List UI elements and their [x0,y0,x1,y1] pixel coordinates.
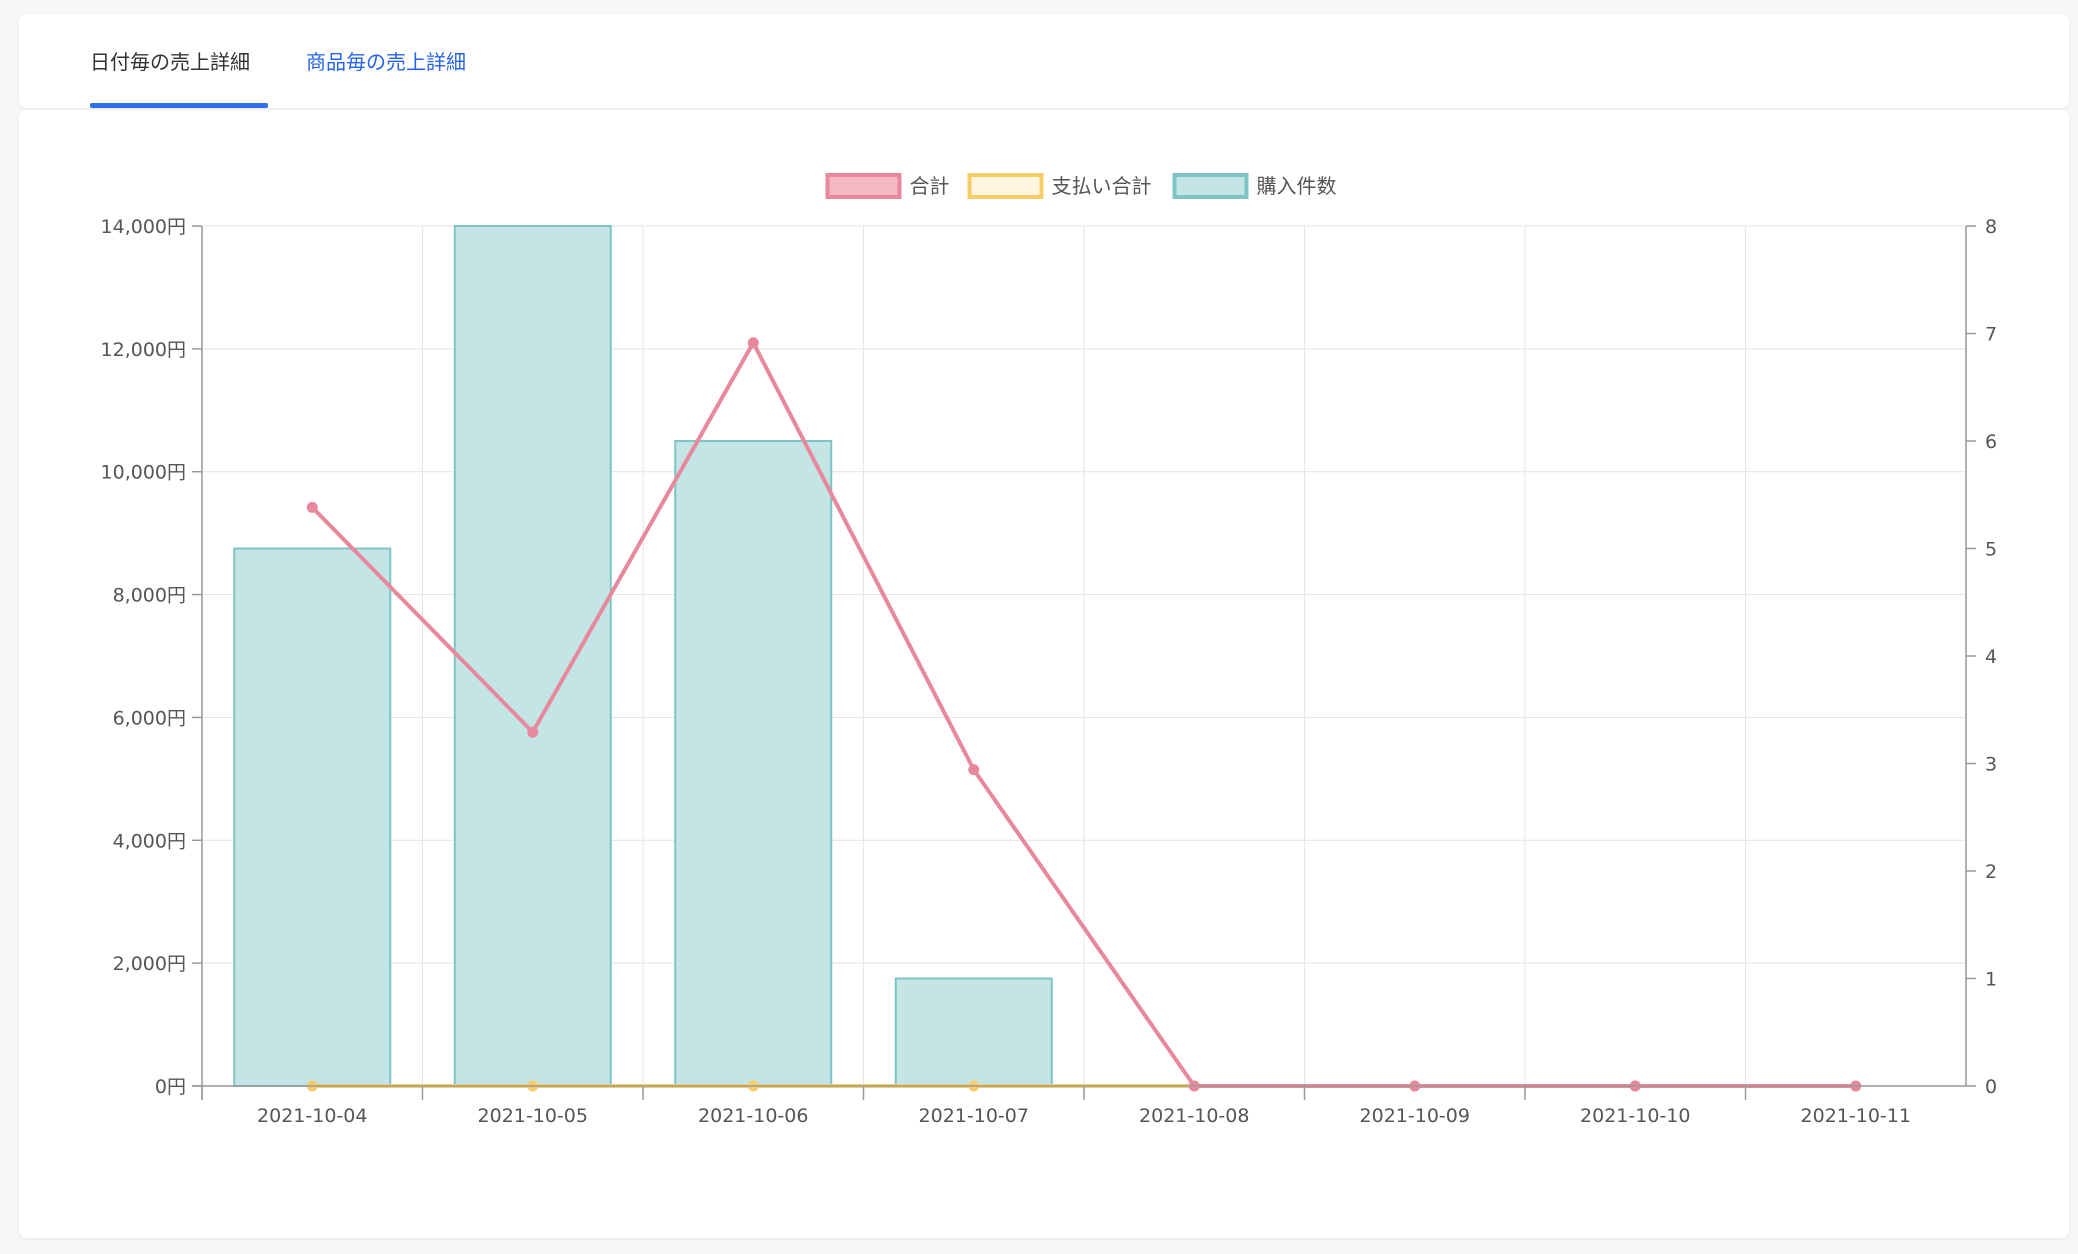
legend-label-購入件数: 購入件数 [1257,174,1337,198]
legend-swatch-購入件数 [1172,173,1249,199]
bar-2021-10-07 [894,977,1053,1087]
y-left-tick-label: 6,000円 [113,707,186,729]
x-tick-label: 2021-10-06 [698,1105,808,1127]
y-right-tick-label: 5 [1985,539,1997,561]
y-right-tick-label: 3 [1985,754,1997,776]
y-left-tick-label: 12,000円 [101,339,186,361]
bar-2021-10-05 [453,225,612,1087]
chart-legend: 合計 支払い合計 購入件数 [825,173,1337,199]
x-tick-label: 2021-10-08 [1139,1105,1249,1127]
tab-sales-by-date[interactable]: 日付毎の売上詳細 [90,48,250,76]
y-left-tick-label: 8,000円 [113,585,186,607]
point-合計-2021-10-07 [968,764,980,776]
chart-card: 0円 2,000円 4,000円 6,000円 8,000円 10,000円 12,000円… [19,110,2069,1238]
y-left-tick-label: 4,000円 [113,830,186,852]
y-right-tick-label: 4 [1985,646,1997,668]
x-tick-label: 2021-10-05 [478,1105,588,1127]
y-left-tick-label: 10,000円 [101,462,186,484]
bar-2021-10-04 [233,547,392,1087]
y-left-tick-label: 2,000円 [113,953,186,975]
legend-swatch-支払い合計 [967,173,1044,199]
y-right-tick-label: 6 [1985,431,1997,453]
y-right-tick-label: 8 [1985,216,1997,238]
legend-swatch-合計 [825,173,902,199]
x-tick-label: 2021-10-09 [1360,1105,1470,1127]
active-tab-indicator [90,103,268,108]
y-right-tick-label: 7 [1985,324,1997,346]
point-合計-2021-10-06 [747,337,759,349]
x-tick-label: 2021-10-04 [257,1105,367,1127]
point-合計-2021-10-05 [527,726,539,738]
y-left-tick-label: 0円 [155,1076,186,1098]
legend-label-支払い合計: 支払い合計 [1052,174,1152,198]
y-right-tick-label: 0 [1985,1076,1997,1098]
y-right-tick-label: 2 [1985,861,1997,883]
y-right-tick-label: 1 [1985,969,1997,991]
x-tick-label: 2021-10-11 [1801,1105,1911,1127]
y-left-tick-label: 14,000円 [101,216,186,238]
sales-chart: 0円 2,000円 4,000円 6,000円 8,000円 10,000円 12,000円… [101,173,1997,1127]
x-tick-label: 2021-10-07 [919,1105,1029,1127]
tab-sales-by-product[interactable]: 商品毎の売上詳細 [306,48,466,76]
legend-label-合計: 合計 [910,174,950,198]
x-tick-label: 2021-10-10 [1580,1105,1690,1127]
bar-2021-10-06 [674,440,833,1087]
point-合計-2021-10-04 [306,501,318,513]
